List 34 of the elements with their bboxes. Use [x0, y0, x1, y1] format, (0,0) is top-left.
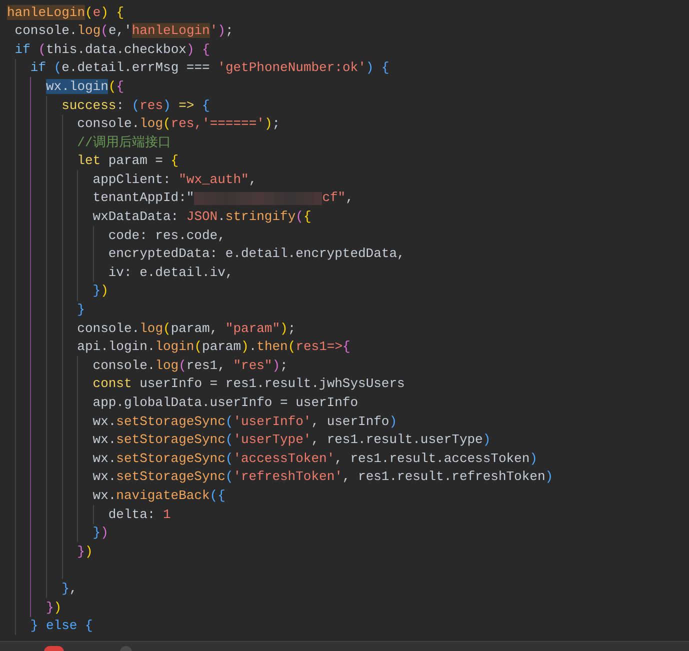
code-line: encryptedData: e.detail.encryptedData,	[108, 245, 405, 264]
code-line: wx.navigateBack({	[92, 486, 226, 505]
code-line: wx.setStorageSync('userInfo', userInfo)	[92, 412, 398, 431]
code-line: iv: e.detail.iv,	[108, 264, 234, 282]
code-line: wx.setStorageSync('userType', res1.result.userType)	[92, 431, 491, 450]
code-line: })	[46, 598, 62, 617]
code-line: api.login.login(param).then(res1=>{	[77, 338, 350, 356]
code-line: wx.login({	[46, 78, 124, 96]
code-line: }	[77, 301, 85, 320]
code-line: app.globalData.userInfo = userInfo	[92, 394, 358, 412]
code-line: if (this.data.checkbox) {	[14, 40, 210, 59]
code-line: console.log(res1, "res");	[92, 356, 288, 375]
code-line: let param = {	[77, 152, 179, 170]
code-text: cf",	[322, 189, 354, 208]
code-line: if (e.detail.errMsg === 'getPhoneNumber:ok') {	[30, 59, 390, 78]
code-line: hanleLogin(e) {	[7, 4, 124, 22]
code-line: console.log(res,'======');	[77, 115, 280, 134]
code-line: wxDataData: JSON.stringify({	[92, 208, 312, 226]
code-line: } else {	[30, 617, 93, 636]
code-line: const userInfo = res1.result.jwhSysUsers	[92, 375, 405, 394]
code-line: })	[92, 524, 108, 542]
code-line: delta: 1	[108, 506, 171, 524]
code-line: })	[77, 542, 93, 561]
code-line: })	[92, 282, 108, 300]
code-line: wx.setStorageSync('refreshToken', res1.result.refreshToken)	[92, 468, 554, 486]
code-line: },	[62, 580, 78, 598]
code-line: code: res.code,	[108, 226, 226, 245]
code-line: //调用后端接口	[77, 134, 171, 152]
code-text: tenantAppId:"	[92, 189, 194, 208]
code-line: console.log(param, "param");	[77, 320, 296, 338]
code-line: success: (res) => {	[62, 96, 210, 115]
code-line: appClient: "wx_auth",	[92, 170, 257, 189]
code-line: console.log(e,'hanleLogin');	[14, 22, 234, 40]
code-line: wx.setStorageSync('accessToken', res1.result.accessToken)	[92, 450, 538, 468]
